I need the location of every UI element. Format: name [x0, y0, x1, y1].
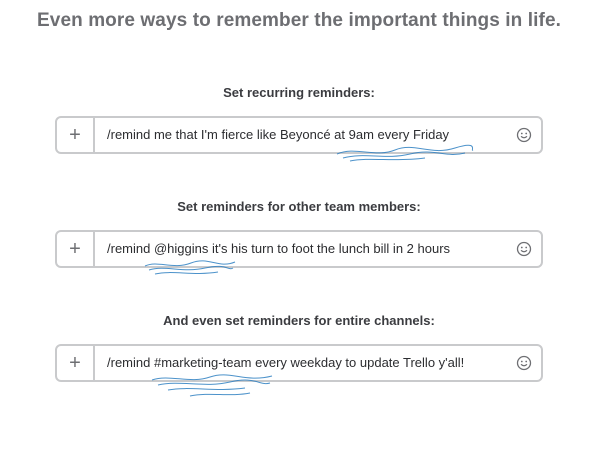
message-input-channels[interactable]: /remind #marketing-team every weekday to…	[107, 346, 515, 380]
message-composer-channels[interactable]: + /remind #marketing-team every weekday …	[55, 344, 543, 382]
page-headline: Even more ways to remember the important…	[37, 10, 561, 31]
section-label-channels: And even set reminders for entire channe…	[163, 313, 435, 328]
emoji-smiley-icon[interactable]	[516, 127, 532, 143]
section-label-team-members: Set reminders for other team members:	[177, 199, 421, 214]
message-input-recurring[interactable]: /remind me that I'm fierce like Beyoncé …	[107, 118, 515, 152]
message-input-team-members[interactable]: /remind @higgins it's his turn to foot t…	[107, 232, 515, 266]
message-composer-recurring[interactable]: + /remind me that I'm fierce like Beyonc…	[55, 116, 543, 154]
plus-icon[interactable]: +	[57, 118, 95, 152]
emoji-smiley-icon[interactable]	[516, 241, 532, 257]
section-label-recurring: Set recurring reminders:	[223, 85, 375, 100]
plus-icon[interactable]: +	[57, 232, 95, 266]
emoji-smiley-icon[interactable]	[516, 355, 532, 371]
message-composer-team-members[interactable]: + /remind @higgins it's his turn to foot…	[55, 230, 543, 268]
plus-icon[interactable]: +	[57, 346, 95, 380]
